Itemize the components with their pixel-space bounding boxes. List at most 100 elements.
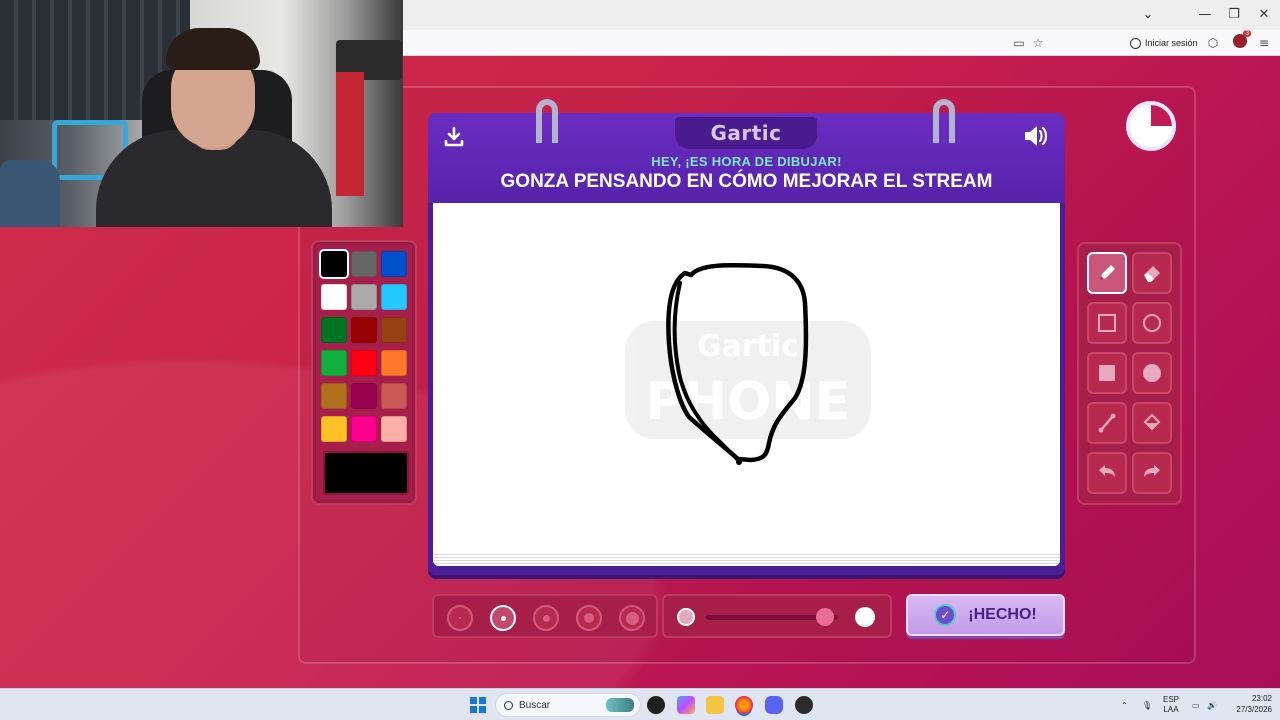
circle-filled-icon [1143,364,1161,382]
eraser-icon [1144,266,1160,282]
monitor-icon[interactable]: ▭ [1192,689,1200,720]
binder-ring [536,99,558,143]
sound-icon[interactable] [1022,123,1050,149]
brush-cursor [736,459,742,465]
bookmark-star-icon[interactable]: ☆ [1030,35,1046,51]
discord-icon[interactable] [765,696,783,714]
search-icon [504,700,513,710]
watermark-text-gartic: Gartic [697,329,799,364]
tools-panel [1077,242,1182,505]
webcam-scarf [336,72,364,196]
color-swatch[interactable] [351,251,377,277]
clock-time: 23:02 [1251,694,1272,703]
minimize-button[interactable]: — [1195,6,1215,24]
color-palette [311,240,417,505]
browser-toolbar: ▭ ☆ Iniciar sesión ⬡ ≡ [403,30,1280,56]
extensions-icon[interactable]: ⬡ [1205,35,1221,51]
brush-size-dot [459,617,461,619]
tray-chevron-icon[interactable]: ⌃ [1121,689,1128,720]
redo-icon [1144,465,1160,477]
color-swatch[interactable] [351,383,377,409]
color-swatch[interactable] [321,284,347,310]
color-swatch[interactable] [381,251,407,277]
color-swatch[interactable] [351,317,377,343]
color-swatch[interactable] [351,350,377,376]
opacity-slider[interactable] [662,594,892,638]
download-icon[interactable] [442,125,466,149]
taskbar-clock[interactable]: 23:02 27/3/2026 [1228,693,1272,715]
drawing-card: Gartic HEY, ¡ES HORA DE DIBUJAR! GONZA P… [428,99,1065,575]
windows-start-icon[interactable] [470,697,486,713]
volume-icon[interactable]: 🔊 [1207,689,1217,720]
windows-taskbar: Buscar ⌃ 🎙 ESP LAA ▭ 🔊 23:02 27/3/2026 [0,688,1280,720]
eraser-tool-button[interactable] [1132,252,1172,294]
fill-bucket-icon [1143,413,1161,431]
microphone-icon[interactable]: 🎙 [1142,689,1152,720]
extension-badge-icon[interactable] [1233,30,1252,48]
redo-button[interactable] [1132,452,1172,494]
color-swatch[interactable] [381,383,407,409]
color-swatch[interactable] [321,416,347,442]
circle-fill-tool-button[interactable] [1132,352,1172,394]
done-button[interactable]: ✓ ¡HECHO! [906,594,1065,636]
tab-list-chevron-icon[interactable]: ⌄ [1138,6,1158,24]
undo-icon [1099,465,1115,477]
color-swatch[interactable] [381,284,407,310]
drawing-canvas[interactable]: Gartic PHONE [433,203,1060,566]
signin-label: Iniciar sesión [1145,38,1198,48]
card-header: Gartic HEY, ¡ES HORA DE DIBUJAR! GONZA P… [428,113,1065,203]
color-swatch[interactable] [381,317,407,343]
color-swatch[interactable] [351,416,377,442]
line-tool-button[interactable] [1087,402,1127,444]
gartic-phone-watermark: Gartic PHONE [625,321,871,439]
color-swatch[interactable] [351,284,377,310]
brush-size-5-button[interactable] [619,605,645,631]
pencil-tool-button[interactable] [1087,252,1127,294]
circle-outline-tool-button[interactable] [1132,302,1172,344]
menu-icon[interactable]: ≡ [1256,35,1272,51]
color-swatch[interactable] [381,416,407,442]
color-swatch[interactable] [321,350,347,376]
drawing-prompt: GONZA PENSANDO EN CÓMO MEJORAR EL STREAM [500,171,993,192]
color-swatch[interactable] [321,317,347,343]
copilot-icon[interactable] [677,696,695,714]
obs-icon[interactable] [795,696,813,714]
gartic-logo: Gartic [675,117,817,149]
opacity-low-indicator [677,608,695,626]
pencil-icon [1100,265,1115,280]
brush-size-dot [500,615,506,621]
brush-size-selector [432,594,658,638]
square-filled-icon [1099,365,1115,381]
brush-size-3-button[interactable] [533,605,559,631]
file-explorer-icon[interactable] [706,696,724,714]
check-icon: ✓ [934,604,957,626]
rect-outline-tool-button[interactable] [1087,302,1127,344]
opacity-high-indicator [855,607,875,627]
language-indicator[interactable]: ESP LAA [1163,689,1179,720]
close-button[interactable]: ✕ [1254,6,1274,24]
webcam-person-hair [166,28,260,70]
download-page-icon[interactable]: ▭ [1011,35,1027,51]
opacity-slider-handle[interactable] [815,608,834,626]
webcam-object [0,160,60,227]
rect-fill-tool-button[interactable] [1087,352,1127,394]
binder-ring [933,99,955,143]
restore-button[interactable]: ❐ [1224,6,1244,24]
signin-button[interactable]: Iniciar sesión [1130,34,1198,52]
language-code: ESP [1163,695,1180,704]
firefox-icon[interactable] [735,696,753,714]
brush-size-4-button[interactable] [576,605,602,631]
search-placeholder: Buscar [519,699,551,711]
color-swatch[interactable] [321,383,347,409]
current-color-preview [323,451,409,495]
brush-size-1-button[interactable] [447,605,473,631]
color-swatch[interactable] [381,350,407,376]
brush-size-2-button[interactable] [490,605,516,631]
taskbar-search[interactable]: Buscar [495,693,641,717]
app-icon[interactable] [647,696,665,714]
color-swatch[interactable] [321,251,347,277]
circle-outline-icon [1143,314,1161,332]
fill-bucket-tool-button[interactable] [1132,402,1172,444]
brush-size-dot [542,614,550,622]
undo-button[interactable] [1087,452,1127,494]
